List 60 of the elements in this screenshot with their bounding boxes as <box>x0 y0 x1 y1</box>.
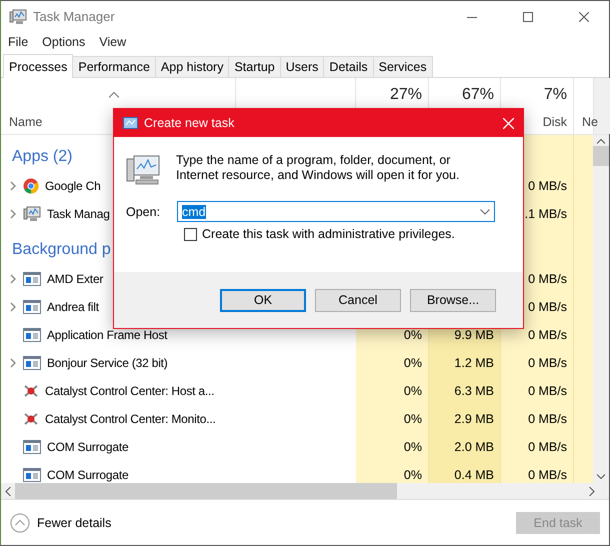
table-cell: 0% <box>404 384 422 398</box>
table-cell: 0 MB/s <box>528 356 567 370</box>
usage-percent: 7% <box>544 86 567 104</box>
table-cell: 0 MB/s <box>528 412 567 426</box>
dialog-title: Create new task <box>144 116 236 130</box>
dialog-button[interactable]: Browse... <box>410 288 496 312</box>
table-cell: 2.9 MB <box>454 412 494 426</box>
process-name[interactable]: Google Ch <box>45 179 101 193</box>
table-cell: .1 MB/s <box>524 207 567 221</box>
process-name[interactable]: Bonjour Service (32 bit) <box>47 356 168 370</box>
table-cell: 0 MB/s <box>528 179 567 193</box>
tab[interactable]: Performance <box>72 56 156 77</box>
process-name[interactable]: COM Surrogate <box>47 468 128 482</box>
window-title: Task Manager <box>33 9 116 24</box>
tab[interactable]: App history <box>154 56 230 77</box>
process-name[interactable]: Catalyst Control Center: Host a... <box>45 384 214 398</box>
table-cell: 0% <box>404 440 422 454</box>
table-cell: 0 MB/s <box>528 328 567 342</box>
tab[interactable]: Services <box>372 56 433 77</box>
process-name[interactable]: Task Manag <box>47 207 110 221</box>
tab[interactable]: Users <box>280 56 324 77</box>
process-name[interactable]: COM Surrogate <box>47 440 128 454</box>
usage-percent: 27% <box>390 86 422 104</box>
table-cell: 0% <box>404 412 422 426</box>
tab[interactable]: Startup <box>228 56 281 77</box>
fewer-details-link[interactable]: Fewer details <box>10 512 112 532</box>
table-cell: 1.2 MB <box>454 356 494 370</box>
group-heading: Apps (2) <box>11 148 72 166</box>
menu-item[interactable]: Options <box>37 35 90 49</box>
table-cell: 0% <box>404 356 422 370</box>
menu-item[interactable]: View <box>94 35 132 49</box>
process-name[interactable]: AMD Exter <box>47 272 104 286</box>
table-cell: 2.0 MB <box>454 440 494 454</box>
tab[interactable]: Details <box>323 56 374 77</box>
column-label[interactable]: Name <box>9 115 42 129</box>
table-cell: 9.9 MB <box>454 328 494 342</box>
process-name[interactable]: Catalyst Control Center: Monito... <box>45 412 216 426</box>
table-cell: 6.3 MB <box>454 384 494 398</box>
table-cell: 0 MB/s <box>528 440 567 454</box>
table-cell: 0 MB/s <box>528 384 567 398</box>
table-cell: 0 MB/s <box>528 468 567 482</box>
process-name[interactable]: Application Frame Host <box>47 328 168 342</box>
table-cell: 0 MB/s <box>528 272 567 286</box>
process-name[interactable]: Andrea filt <box>47 300 99 314</box>
table-cell: 0% <box>404 328 422 342</box>
column-label[interactable]: Disk <box>542 115 567 129</box>
dialog-message: Type the name of a program, folder, document, or Internet resource, and Windows will open it for you. <box>176 153 460 184</box>
table-cell: 0 MB/s <box>528 300 567 314</box>
menu-item[interactable]: File <box>3 35 34 49</box>
group-heading: Background p <box>11 240 111 258</box>
dialog-button[interactable]: Cancel <box>315 288 401 312</box>
table-cell: 0.4 MB <box>454 468 494 482</box>
column-label[interactable]: Ne <box>582 115 598 129</box>
dialog-button[interactable]: OK <box>220 288 306 312</box>
admin-checkbox[interactable]: Create this task with administrative privileges. <box>184 227 511 241</box>
tab[interactable]: Processes <box>3 54 74 78</box>
open-combo-box[interactable]: cmd <box>177 201 495 222</box>
open-label: Open: <box>126 204 162 218</box>
usage-percent: 67% <box>462 86 494 104</box>
table-cell: 0% <box>404 468 422 482</box>
